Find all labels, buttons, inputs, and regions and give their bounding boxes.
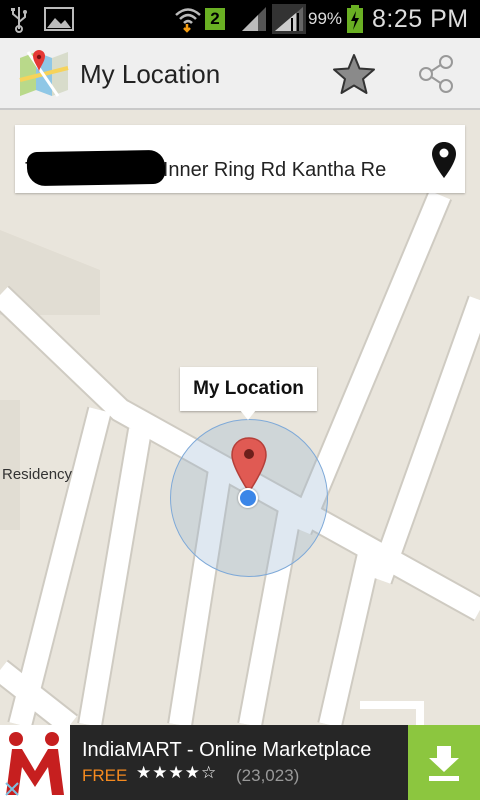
signal-icon-2 bbox=[272, 0, 306, 38]
sim-badge: 2 bbox=[205, 0, 225, 38]
wifi-icon bbox=[174, 0, 202, 38]
map-poi-label: Residency bbox=[2, 466, 73, 483]
action-bar: My Location bbox=[0, 38, 480, 110]
location-info-bubble[interactable]: My Location bbox=[180, 367, 317, 411]
status-time: 8:25 PM bbox=[372, 4, 469, 33]
ad-title: IndiaMART - Online Marketplace bbox=[82, 739, 372, 761]
page-title: My Location bbox=[80, 59, 221, 89]
battery-charging-icon bbox=[346, 0, 364, 38]
ad-banner[interactable]: IndiaMART - Online Marketplace FREE ★★★★… bbox=[0, 725, 480, 800]
ad-review-count: (23,023) bbox=[236, 766, 300, 785]
ad-close-icon[interactable] bbox=[2, 779, 22, 799]
gallery-icon bbox=[44, 0, 74, 38]
share-button[interactable] bbox=[408, 48, 464, 100]
location-marker-icon[interactable] bbox=[230, 437, 268, 494]
place-pin-button[interactable] bbox=[427, 139, 461, 181]
screen: 2 99% 8:25 PM My Location Residency T In… bbox=[0, 0, 480, 800]
ad-rating-stars: ★★★★☆ bbox=[136, 763, 218, 782]
maps-app-icon[interactable] bbox=[18, 50, 70, 98]
redaction-mark bbox=[26, 149, 166, 187]
current-position-dot bbox=[238, 488, 258, 508]
ad-price: FREE bbox=[82, 766, 128, 785]
ad-download-button[interactable] bbox=[408, 725, 480, 800]
battery-percent: 99% bbox=[308, 9, 343, 28]
favorite-button[interactable] bbox=[326, 48, 382, 100]
star-icon bbox=[333, 54, 375, 94]
signal-icon bbox=[240, 0, 268, 38]
usb-icon bbox=[8, 0, 30, 38]
bubble-tail bbox=[240, 410, 256, 420]
share-icon bbox=[419, 55, 453, 93]
place-pin-icon bbox=[432, 142, 456, 178]
location-bubble-label: My Location bbox=[193, 378, 304, 399]
address-card[interactable]: T Inner Ring Rd Kantha Re bbox=[15, 125, 465, 193]
download-icon bbox=[429, 745, 459, 781]
status-bar: 2 99% 8:25 PM bbox=[0, 0, 480, 38]
